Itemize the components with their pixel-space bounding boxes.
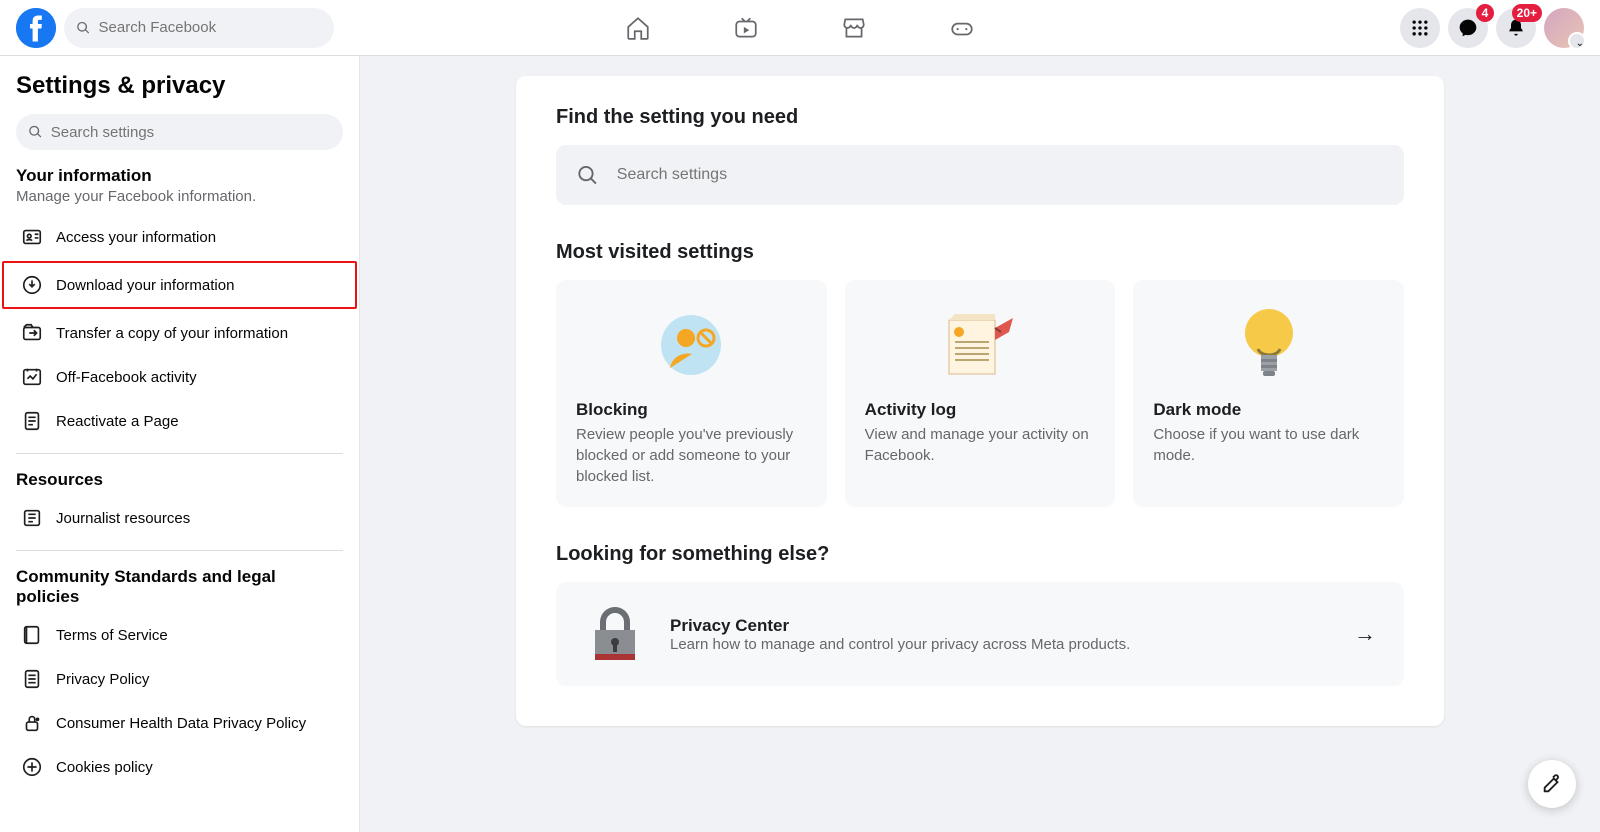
home-tab[interactable] — [624, 14, 652, 42]
card-desc: Review people you've previously blocked … — [576, 424, 807, 487]
messenger-badge: 4 — [1476, 4, 1494, 22]
sidebar-item-label: Download your information — [56, 277, 234, 294]
privacy-center-card[interactable]: Privacy Center Learn how to manage and c… — [556, 582, 1404, 686]
chevron-down-icon: ⌄ — [1576, 38, 1584, 49]
find-setting-heading: Find the setting you need — [556, 106, 1404, 129]
sidebar-item-label: Access your information — [56, 229, 216, 246]
messenger-button[interactable]: 4 — [1448, 8, 1488, 48]
privacy-center-text: Privacy Center Learn how to manage and c… — [670, 616, 1130, 653]
search-facebook[interactable] — [64, 8, 334, 48]
sidebar: Settings & privacy Your information Mana… — [0, 56, 360, 832]
sidebar-search-input[interactable] — [51, 124, 331, 141]
blocking-illustration — [576, 300, 807, 390]
search-icon — [28, 124, 43, 140]
sidebar-title: Settings & privacy — [16, 72, 343, 100]
messenger-icon — [1458, 18, 1478, 38]
account-avatar[interactable]: ⌄ — [1544, 8, 1584, 48]
main-content: Find the setting you need Most visited s… — [360, 56, 1600, 832]
sidebar-item-cookies[interactable]: Cookies policy — [16, 745, 343, 789]
sidebar-item-label: Transfer a copy of your information — [56, 325, 288, 342]
sidebar-item-label: Reactivate a Page — [56, 413, 179, 430]
section-legal: Community Standards and legal policies — [16, 567, 343, 607]
top-nav-right: 4 20+ ⌄ — [1400, 8, 1584, 48]
sidebar-item-terms[interactable]: Terms of Service — [16, 613, 343, 657]
divider — [16, 550, 343, 551]
card-title: Blocking — [576, 400, 807, 420]
document-icon — [20, 667, 44, 691]
sidebar-item-label: Consumer Health Data Privacy Policy — [56, 715, 306, 732]
card-blocking[interactable]: Blocking Review people you've previously… — [556, 280, 827, 507]
section-your-info: Your information — [16, 166, 343, 186]
notifications-button[interactable]: 20+ — [1496, 8, 1536, 48]
news-icon — [20, 506, 44, 530]
sidebar-item-reactivate-page[interactable]: Reactivate a Page — [16, 399, 343, 443]
card-desc: View and manage your activity on Faceboo… — [865, 424, 1096, 466]
sidebar-item-off-facebook[interactable]: Off-Facebook activity — [16, 355, 343, 399]
lock-icon — [20, 711, 44, 735]
sidebar-item-label: Journalist resources — [56, 510, 190, 527]
card-activity-log[interactable]: Activity log View and manage your activi… — [845, 280, 1116, 507]
most-visited-heading: Most visited settings — [556, 241, 1404, 264]
activity-illustration — [865, 300, 1096, 390]
card-desc: Choose if you want to use dark mode. — [1153, 424, 1384, 466]
search-icon — [76, 20, 91, 36]
looking-else-heading: Looking for something else? — [556, 543, 1404, 566]
sidebar-item-health-privacy[interactable]: Consumer Health Data Privacy Policy — [16, 701, 343, 745]
menu-button[interactable] — [1400, 8, 1440, 48]
video-tab[interactable] — [732, 14, 760, 42]
sidebar-item-access-info[interactable]: Access your information — [16, 215, 343, 259]
big-search-input[interactable] — [617, 166, 1384, 184]
sidebar-item-privacy-policy[interactable]: Privacy Policy — [16, 657, 343, 701]
sidebar-item-journalist[interactable]: Journalist resources — [16, 496, 343, 540]
book-icon — [20, 623, 44, 647]
top-nav-tabs — [624, 14, 976, 42]
top-nav: 4 20+ ⌄ — [0, 0, 1600, 56]
card-dark-mode[interactable]: Dark mode Choose if you want to use dark… — [1133, 280, 1404, 507]
sidebar-search[interactable] — [16, 114, 343, 150]
gaming-tab[interactable] — [948, 14, 976, 42]
highlight-download-info: Download your information — [2, 261, 357, 309]
facebook-logo[interactable] — [16, 8, 56, 48]
section-your-info-sub: Manage your Facebook information. — [16, 188, 343, 205]
search-icon — [576, 163, 599, 187]
sidebar-item-label: Cookies policy — [56, 759, 153, 776]
privacy-center-title: Privacy Center — [670, 616, 1130, 636]
section-resources: Resources — [16, 470, 343, 490]
sidebar-item-label: Terms of Service — [56, 627, 168, 644]
compose-fab[interactable] — [1528, 760, 1576, 808]
lock-illustration — [584, 604, 646, 664]
page-icon — [20, 409, 44, 433]
marketplace-tab[interactable] — [840, 14, 868, 42]
activity-icon — [20, 365, 44, 389]
privacy-center-desc: Learn how to manage and control your pri… — [670, 636, 1130, 653]
most-visited-cards: Blocking Review people you've previously… — [556, 280, 1404, 507]
sidebar-item-label: Off-Facebook activity — [56, 369, 197, 386]
search-facebook-input[interactable] — [99, 19, 322, 36]
cookie-icon — [20, 755, 44, 779]
darkmode-illustration — [1153, 300, 1384, 390]
divider — [16, 453, 343, 454]
big-search[interactable] — [556, 145, 1404, 205]
card-title: Activity log — [865, 400, 1096, 420]
grid-icon — [1410, 18, 1430, 38]
id-card-icon — [20, 225, 44, 249]
transfer-icon — [20, 321, 44, 345]
arrow-right-icon: → — [1354, 621, 1376, 647]
download-circle-icon — [20, 273, 44, 297]
layout: Settings & privacy Your information Mana… — [0, 56, 1600, 832]
sidebar-item-download-info[interactable]: Download your information — [16, 263, 343, 307]
sidebar-item-transfer-info[interactable]: Transfer a copy of your information — [16, 311, 343, 355]
sidebar-item-label: Privacy Policy — [56, 671, 149, 688]
card-title: Dark mode — [1153, 400, 1384, 420]
edit-icon — [1541, 773, 1563, 795]
settings-panel: Find the setting you need Most visited s… — [516, 76, 1444, 726]
notifications-badge: 20+ — [1512, 4, 1542, 22]
